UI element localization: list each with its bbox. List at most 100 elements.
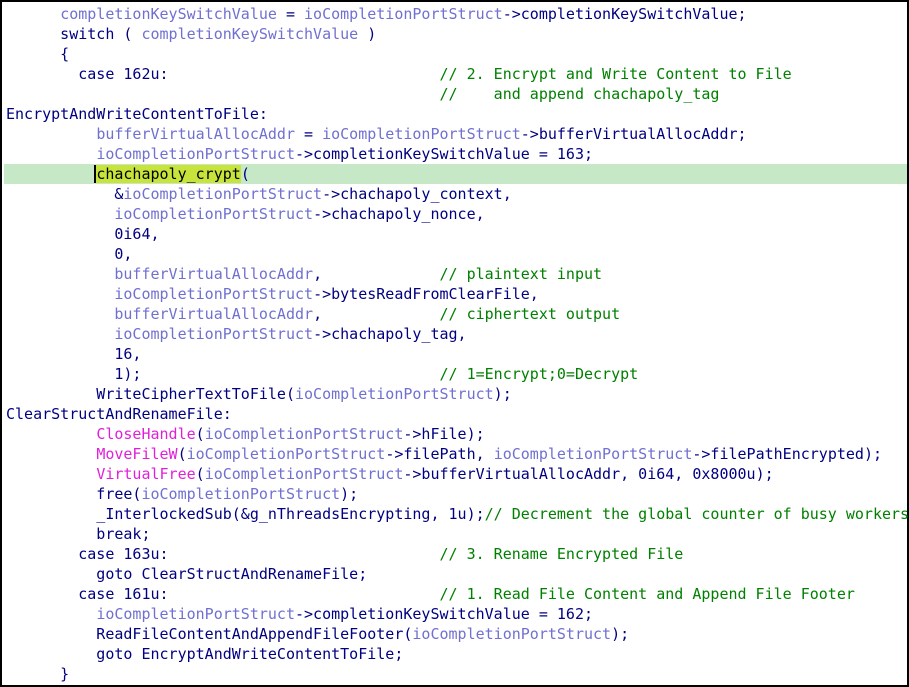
code-line[interactable]: CloseHandle(ioCompletionPortStruct->hFil… xyxy=(4,424,907,444)
code-comment: // ciphertext output xyxy=(439,305,621,323)
api-call-token[interactable]: VirtualFree xyxy=(96,465,195,483)
api-call-token[interactable]: CloseHandle xyxy=(96,425,195,443)
code-comment: // and append chachapoly_tag xyxy=(439,85,720,103)
code-text: goto EncryptAndWriteContentToFile; xyxy=(6,645,404,663)
code-text: switch ( xyxy=(6,25,142,43)
code-comment: // Decrement the global counter of busy … xyxy=(484,505,909,523)
code-text: ( xyxy=(195,425,205,443)
code-text: _InterlockedSub(&g_nThreadsEncrypting, 1… xyxy=(6,505,485,523)
variable-token[interactable]: ioCompletionPortStruct xyxy=(494,445,693,463)
code-line[interactable]: { xyxy=(4,44,907,64)
code-text: WriteCipherTextToFile( xyxy=(6,385,295,403)
variable-token[interactable]: ioCompletionPortStruct xyxy=(123,185,322,203)
code-line[interactable]: EncryptAndWriteContentToFile: xyxy=(4,104,907,124)
code-line[interactable]: ClearStructAndRenameFile: xyxy=(4,404,907,424)
variable-token[interactable]: bufferVirtualAllocAddr xyxy=(96,125,295,143)
code-line[interactable]: bufferVirtualAllocAddr = ioCompletionPor… xyxy=(4,124,907,144)
code-text: ) xyxy=(358,25,377,43)
api-call-token[interactable]: MoveFileW xyxy=(96,445,177,463)
code-comment: // plaintext input xyxy=(439,265,603,283)
variable-token[interactable]: ioCompletionPortStruct xyxy=(295,385,494,403)
code-line[interactable]: case 163u: // 3. Rename Encrypted File xyxy=(4,544,907,564)
code-line[interactable]: ReadFileContentAndAppendFileFooter(ioCom… xyxy=(4,624,907,644)
code-line[interactable]: ioCompletionPortStruct->chachapoly_tag, xyxy=(4,324,907,344)
code-line[interactable]: 0, xyxy=(4,244,907,264)
code-text: ClearStructAndRenameFile: xyxy=(6,405,232,423)
code-text: 0i64, xyxy=(6,225,160,243)
code-text: , xyxy=(313,265,440,283)
code-text: ReadFileContentAndAppendFileFooter( xyxy=(6,625,413,643)
variable-token[interactable]: completionKeySwitchValue xyxy=(60,5,277,23)
variable-token[interactable]: bufferVirtualAllocAddr xyxy=(114,305,313,323)
code-line[interactable]: &ioCompletionPortStruct->chachapoly_cont… xyxy=(4,184,907,204)
code-line[interactable]: break; xyxy=(4,524,907,544)
code-line[interactable]: VirtualFree(ioCompletionPortStruct->buff… xyxy=(4,464,907,484)
code-text: ->bufferVirtualAllocAddr; xyxy=(520,125,747,143)
variable-token[interactable]: ioCompletionPortStruct xyxy=(322,125,521,143)
code-text: free( xyxy=(6,485,142,503)
code-text: 1); xyxy=(6,365,440,383)
variable-token[interactable]: ioCompletionPortStruct xyxy=(96,145,295,163)
code-line[interactable]: completionKeySwitchValue = ioCompletionP… xyxy=(4,4,907,24)
code-line[interactable]: ioCompletionPortStruct->chachapoly_nonce… xyxy=(4,204,907,224)
code-line[interactable]: MoveFileW(ioCompletionPortStruct->filePa… xyxy=(4,444,907,464)
code-text: 0, xyxy=(6,245,133,263)
variable-token[interactable]: bufferVirtualAllocAddr xyxy=(114,265,313,283)
code-line[interactable]: ioCompletionPortStruct->completionKeySwi… xyxy=(4,144,907,164)
code-line[interactable]: goto EncryptAndWriteContentToFile; xyxy=(4,644,907,664)
code-listing[interactable]: completionKeySwitchValue = ioCompletionP… xyxy=(4,4,909,684)
code-line[interactable]: switch ( completionKeySwitchValue ) xyxy=(4,24,907,44)
code-line[interactable]: bufferVirtualAllocAddr, // ciphertext ou… xyxy=(4,304,907,324)
variable-token[interactable]: completionKeySwitchValue xyxy=(141,25,358,43)
code-text: ->filePathEncrypted); xyxy=(692,445,883,463)
code-line[interactable]: ioCompletionPortStruct->completionKeySwi… xyxy=(4,604,907,624)
variable-token[interactable]: ioCompletionPortStruct xyxy=(187,445,386,463)
code-text: ->filePath, xyxy=(385,445,494,463)
code-line[interactable]: case 162u: // 2. Encrypt and Write Conte… xyxy=(4,64,907,84)
code-text: = xyxy=(276,5,305,23)
variable-token[interactable]: ioCompletionPortStruct xyxy=(412,625,611,643)
code-line[interactable]: } xyxy=(4,664,907,684)
variable-token[interactable]: ioCompletionPortStruct xyxy=(96,605,295,623)
code-text: ->completionKeySwitchValue = 162; xyxy=(295,605,594,623)
variable-token[interactable]: ioCompletionPortStruct xyxy=(304,5,503,23)
variable-token[interactable]: ioCompletionPortStruct xyxy=(205,425,404,443)
selected-identifier[interactable]: chachapoly_crypt xyxy=(94,165,241,183)
code-text: 16, xyxy=(6,345,142,363)
variable-token[interactable]: ioCompletionPortStruct xyxy=(114,205,313,223)
code-comment: // 2. Encrypt and Write Content to File xyxy=(439,65,792,83)
code-text: ->bytesReadFromClearFile, xyxy=(313,285,539,303)
code-text: ->completionKeySwitchValue; xyxy=(502,5,747,23)
code-line[interactable]: 1); // 1=Encrypt;0=Decrypt xyxy=(4,364,907,384)
code-line[interactable]: case 161u: // 1. Read File Content and A… xyxy=(4,584,907,604)
code-text: ->chachapoly_context, xyxy=(322,185,512,203)
code-line[interactable]: free(ioCompletionPortStruct); xyxy=(4,484,907,504)
variable-token[interactable]: ioCompletionPortStruct xyxy=(141,485,340,503)
code-line-current[interactable]: chachapoly_crypt( xyxy=(4,164,907,184)
code-text: ( xyxy=(177,445,187,463)
code-text: { xyxy=(6,45,70,63)
code-line[interactable]: ioCompletionPortStruct->bytesReadFromCle… xyxy=(4,284,907,304)
code-text: case 162u: xyxy=(6,65,440,83)
code-text: case 161u: xyxy=(6,585,440,603)
variable-token[interactable]: ioCompletionPortStruct xyxy=(205,465,404,483)
code-line[interactable]: _InterlockedSub(&g_nThreadsEncrypting, 1… xyxy=(4,504,909,524)
code-text: ->chachapoly_tag, xyxy=(313,325,467,343)
code-text: ( xyxy=(240,165,250,183)
code-text: break; xyxy=(6,525,151,543)
code-line[interactable]: bufferVirtualAllocAddr, // plaintext inp… xyxy=(4,264,907,284)
code-line[interactable]: 16, xyxy=(4,344,907,364)
variable-token[interactable]: ioCompletionPortStruct xyxy=(114,325,313,343)
code-line[interactable]: WriteCipherTextToFile(ioCompletionPortSt… xyxy=(4,384,907,404)
code-line[interactable]: // and append chachapoly_tag xyxy=(4,84,907,104)
code-text: goto ClearStructAndRenameFile; xyxy=(6,565,368,583)
code-line[interactable]: 0i64, xyxy=(4,224,907,244)
code-line[interactable]: goto ClearStructAndRenameFile; xyxy=(4,564,907,584)
variable-token[interactable]: ioCompletionPortStruct xyxy=(114,285,313,303)
